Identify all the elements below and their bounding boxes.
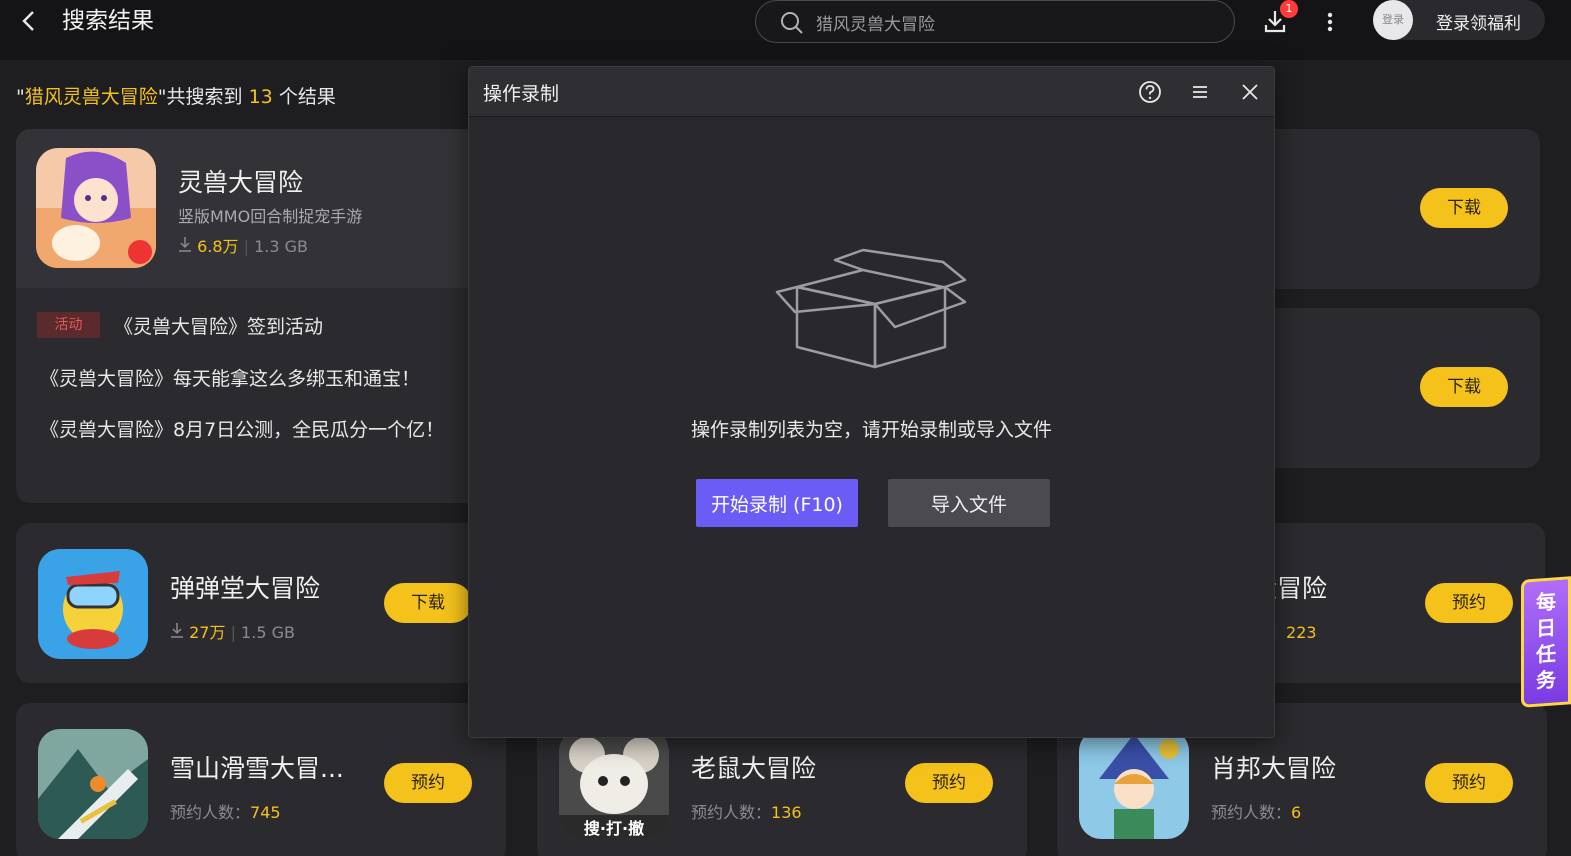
activity-panel: 活动 《灵兽大冒险》签到活动 《灵兽大冒险》每天能拿这么多绑玉和通宝！ 《灵兽大…	[16, 288, 486, 503]
game-subtitle: 竖版MMO回合制捉宠手游	[178, 207, 363, 226]
game-card-right-3[interactable]: 大冒险 数：223 预约	[1260, 523, 1545, 683]
game-art-icon	[38, 549, 148, 659]
dialog-header: 操作录制	[469, 67, 1274, 117]
game-title[interactable]: 老鼠大冒险	[691, 749, 816, 785]
game-title[interactable]: 雪山滑雪大冒...	[170, 749, 344, 785]
reservation-count: 136	[771, 803, 802, 822]
game-meta: 27万 | 1.5 GB	[170, 619, 295, 643]
file-size: 1.3 GB	[254, 237, 309, 256]
meta-divider: |	[243, 237, 255, 256]
download-count: 6.8万	[197, 237, 239, 256]
daily-task-label: 每日任务	[1536, 589, 1556, 693]
news-link-2[interactable]: 《灵兽大冒险》8月7日公测，全民瓜分一个亿！	[40, 415, 444, 442]
quote-open: "	[16, 86, 25, 108]
activity-title-link[interactable]: 《灵兽大冒险》签到活动	[114, 312, 323, 339]
back-arrow-icon[interactable]	[14, 6, 44, 36]
close-icon[interactable]	[1237, 79, 1263, 105]
result-mid-text: 共搜索到	[166, 86, 243, 108]
quote-close: "	[157, 86, 167, 108]
reserve-button[interactable]: 预约	[905, 763, 993, 803]
game-card-right-2[interactable]: 下载	[1260, 308, 1540, 468]
download-button[interactable]: 下载	[1420, 367, 1508, 407]
game-meta: 预约人数：6	[1211, 799, 1301, 823]
download-count-icon	[179, 237, 191, 252]
search-keyword: 猎风灵兽大冒险	[24, 86, 158, 108]
game-title[interactable]: 弹弹堂大冒险	[170, 569, 320, 605]
help-icon[interactable]	[1137, 79, 1163, 105]
game-meta: 预约人数：745	[170, 799, 281, 823]
more-menu-icon[interactable]	[1320, 8, 1340, 36]
reserve-button[interactable]: 预约	[1425, 763, 1513, 803]
reserve-button[interactable]: 预约	[1425, 583, 1513, 623]
game-icon-xiaobang[interactable]	[1079, 729, 1189, 839]
news-link-1[interactable]: 《灵兽大冒险》每天能拿这么多绑玉和通宝！	[40, 364, 420, 391]
download-count-icon	[171, 623, 183, 638]
result-suffix: 个结果	[278, 86, 336, 108]
game-art-icon	[38, 729, 148, 839]
search-bar[interactable]	[755, 0, 1235, 43]
game-card-right-1[interactable]: 下载	[1260, 129, 1540, 289]
game-icon-laoshu[interactable]: 搜·打·撤	[559, 729, 669, 839]
icon-caption: 搜·打·撤	[583, 819, 645, 838]
reserve-button[interactable]: 预约	[384, 763, 472, 803]
operation-recording-dialog: 操作录制 操作录制列表为空，请开始录制或导入文件 开始录制 (F10) 导入文件	[468, 66, 1275, 738]
reservation-count: 745	[250, 803, 281, 822]
page-title: 搜索结果	[62, 8, 154, 34]
activity-tag: 活动	[37, 312, 100, 338]
avatar: 登录	[1373, 0, 1413, 40]
reservation-label: 预约人数：	[1211, 803, 1292, 822]
reservation-count: 223	[1286, 623, 1317, 642]
download-count: 27万	[189, 623, 226, 642]
game-meta: 预约人数：136	[691, 799, 802, 823]
menu-icon[interactable]	[1187, 79, 1213, 105]
top-bar: 搜索结果 1 登录 登录领福利	[0, 0, 1571, 60]
game-title[interactable]: 灵兽大冒险	[178, 163, 303, 199]
download-button[interactable]: 下载	[1420, 188, 1508, 228]
login-label: 登录领福利	[1436, 14, 1521, 34]
result-count-text: "猎风灵兽大冒险"共搜索到 13 个结果	[16, 82, 336, 109]
game-meta: 6.8万 | 1.3 GB	[178, 233, 308, 257]
game-art-icon	[1079, 729, 1189, 839]
reservation-label: 预约人数：	[691, 803, 772, 822]
start-recording-button[interactable]: 开始录制 (F10)	[696, 479, 858, 527]
empty-state-text: 操作录制列表为空，请开始录制或导入文件	[690, 419, 1052, 441]
game-icon-dandantang[interactable]	[38, 549, 148, 659]
dialog-title: 操作录制	[483, 83, 560, 105]
game-title[interactable]: 肖邦大冒险	[1211, 749, 1336, 785]
game-icon-lingshou[interactable]	[36, 148, 156, 268]
meta-divider: |	[230, 623, 242, 642]
search-input[interactable]	[816, 7, 1216, 37]
login-button[interactable]: 登录 登录领福利	[1373, 0, 1545, 40]
import-file-button[interactable]: 导入文件	[888, 479, 1050, 527]
game-icon-xueshan[interactable]	[38, 729, 148, 839]
empty-box-icon	[775, 248, 967, 369]
reservation-count: 6	[1291, 803, 1302, 822]
game-card-dandantang[interactable]: 弹弹堂大冒险 27万 | 1.5 GB 下载	[16, 523, 506, 683]
download-button[interactable]: 下载	[384, 583, 472, 623]
search-icon	[781, 12, 803, 34]
featured-game-card[interactable]: 灵兽大冒险 竖版MMO回合制捉宠手游 6.8万 | 1.3 GB	[16, 129, 486, 289]
reservation-label: 预约人数：	[170, 803, 251, 822]
game-card-xueshan[interactable]: 雪山滑雪大冒... 预约人数：745 预约	[16, 703, 506, 856]
game-art-icon	[36, 148, 156, 268]
download-count-badge: 1	[1280, 0, 1298, 18]
file-size: 1.5 GB	[241, 623, 295, 642]
result-count: 13	[248, 86, 273, 108]
daily-task-banner[interactable]: 每日任务	[1521, 576, 1571, 708]
